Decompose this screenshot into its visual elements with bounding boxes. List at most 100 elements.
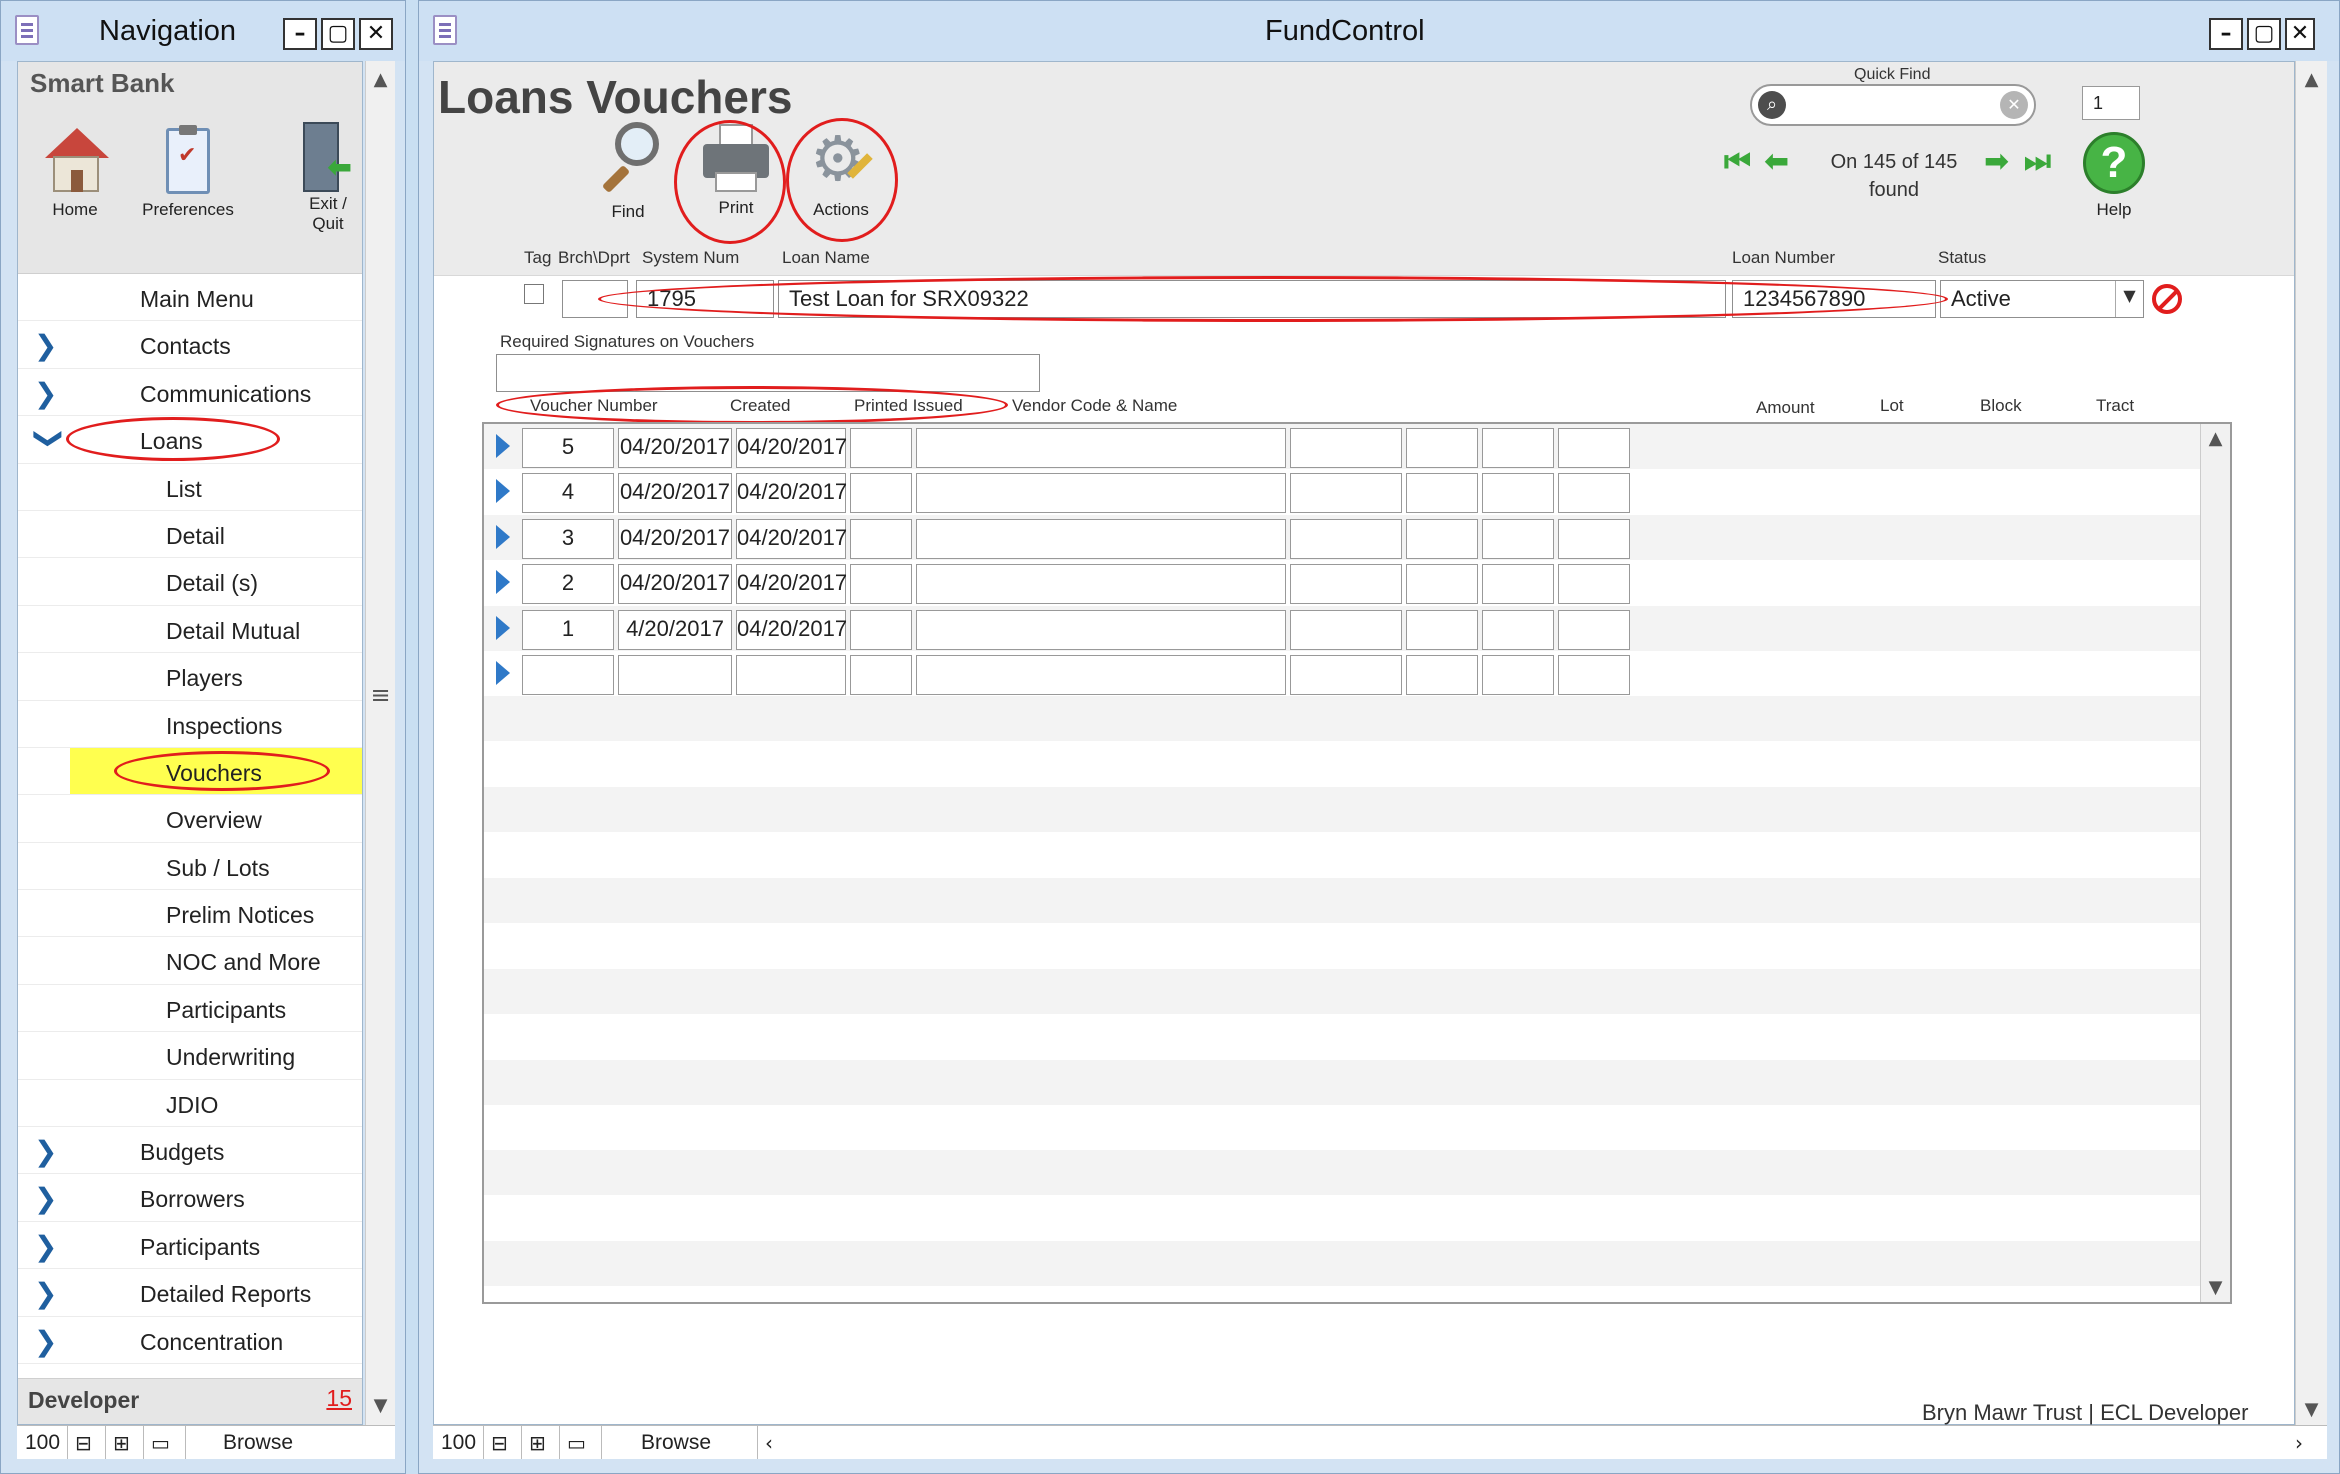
nav-item-players[interactable]: Players (18, 653, 362, 701)
quick-find-input[interactable]: ⌕ ✕ (1750, 84, 2036, 126)
zoom-level[interactable]: 100 (441, 1431, 476, 1455)
lot-cell[interactable] (1406, 564, 1478, 605)
created-cell[interactable]: 4/20/2017 (618, 609, 732, 650)
tag-checkbox[interactable] (524, 284, 544, 304)
voucher-number-cell[interactable]: 2 (522, 564, 614, 605)
actions-button[interactable]: ⚙ Actions (786, 122, 896, 220)
vendor-code-cell[interactable] (850, 473, 912, 514)
created-cell[interactable]: 04/20/2017 (618, 518, 732, 559)
print-button[interactable]: Print (686, 124, 786, 218)
chevron-right-icon[interactable]: ❯ (34, 1135, 57, 1168)
voucher-number-cell[interactable]: 3 (522, 518, 614, 559)
clear-status-icon[interactable] (2152, 284, 2182, 314)
amount-cell[interactable] (1290, 428, 1402, 468)
zoom-out-icon[interactable]: ⊟ (75, 1431, 92, 1455)
block-cell[interactable] (1482, 564, 1554, 605)
tract-cell[interactable] (1558, 564, 1630, 605)
dropdown-arrow-icon[interactable]: ▼ (2115, 281, 2143, 317)
row-arrow-icon[interactable] (496, 615, 510, 640)
tract-cell[interactable] (1558, 655, 1630, 695)
fundcontrol-titlebar[interactable]: FundControl – ▢ ✕ (419, 1, 2339, 61)
chevron-right-icon[interactable]: ❯ (34, 377, 57, 410)
vendor-name-cell[interactable] (916, 655, 1286, 695)
printed-issued-cell[interactable]: 04/20/2017 (736, 428, 847, 468)
block-cell[interactable] (1482, 609, 1554, 650)
created-cell[interactable]: 04/20/2017 (618, 473, 732, 514)
minimize-button[interactable]: – (283, 18, 317, 50)
table-row[interactable]: 1 4/20/2017 04/20/2017 (484, 605, 2204, 651)
nav-item-overview[interactable]: Overview (18, 795, 362, 843)
nav-item-concentration[interactable]: ❯ Concentration (18, 1317, 362, 1364)
table-row[interactable] (484, 651, 2204, 696)
voucher-number-cell[interactable]: 4 (522, 473, 614, 514)
row-arrow-icon[interactable] (496, 479, 510, 504)
nav-item-vouchers[interactable]: Vouchers (18, 747, 362, 796)
maximize-button[interactable]: ▢ (2247, 18, 2281, 50)
vendor-name-cell[interactable] (916, 564, 1286, 605)
col-voucher-number[interactable]: Voucher Number (530, 396, 658, 416)
home-button[interactable]: Home (30, 128, 120, 220)
lot-cell[interactable] (1406, 609, 1478, 650)
row-arrow-icon[interactable] (496, 434, 510, 458)
scroll-down-icon[interactable]: ▼ (366, 1395, 395, 1416)
close-button[interactable]: ✕ (2285, 18, 2315, 50)
nav-item-inspections[interactable]: Inspections (18, 701, 362, 748)
toolbar-toggle-icon[interactable]: ▭ (567, 1431, 586, 1455)
nav-item-jdio[interactable]: JDIO (18, 1080, 362, 1128)
scroll-up-icon[interactable]: ▲ (366, 69, 395, 90)
scroll-left-icon[interactable]: ‹ (765, 1431, 773, 1455)
help-button[interactable]: ? Help (2074, 132, 2154, 220)
created-cell[interactable]: 04/20/2017 (618, 428, 732, 468)
block-cell[interactable] (1482, 428, 1554, 468)
navigation-scrollbar[interactable]: ▲ ≡ ▼ (365, 61, 395, 1425)
search-icon[interactable]: ⌕ (1758, 91, 1786, 119)
scroll-up-icon[interactable]: ▲ (2296, 69, 2327, 90)
last-record-icon[interactable]: ⏭ (2024, 144, 2051, 179)
lot-cell[interactable] (1406, 518, 1478, 559)
nav-item-detail[interactable]: Detail (18, 511, 362, 559)
created-cell[interactable] (618, 655, 732, 695)
vendor-name-cell[interactable] (916, 518, 1286, 559)
close-button[interactable]: ✕ (359, 18, 393, 50)
nav-item-participants[interactable]: ❯ Participants (18, 1222, 362, 1270)
nav-item-detailed-reports[interactable]: ❯ Detailed Reports (18, 1269, 362, 1317)
vendor-code-cell[interactable] (850, 609, 912, 650)
chevron-right-icon[interactable]: ❯ (34, 1230, 57, 1263)
voucher-number-cell[interactable]: 1 (522, 609, 614, 650)
vendor-code-cell[interactable] (850, 428, 912, 468)
col-tract[interactable]: Tract (2096, 396, 2134, 416)
fundcontrol-scrollbar[interactable]: ▲ ▼ (2295, 61, 2327, 1425)
scroll-down-icon[interactable]: ▼ (2296, 1399, 2327, 1420)
vendor-name-cell[interactable] (916, 428, 1286, 468)
nav-item-underwriting[interactable]: Underwriting (18, 1032, 362, 1080)
amount-cell[interactable] (1290, 473, 1402, 514)
nav-item-contacts[interactable]: ❯ Contacts (18, 321, 362, 369)
block-cell[interactable] (1482, 518, 1554, 559)
scroll-up-icon[interactable]: ▲ (2201, 428, 2230, 449)
col-amount[interactable]: Amount (1756, 398, 1815, 418)
nav-item-loans[interactable]: ❯ Loans (18, 416, 362, 464)
lot-cell[interactable] (1406, 473, 1478, 514)
vendor-name-cell[interactable] (916, 473, 1286, 514)
nav-item-budgets[interactable]: ❯ Budgets (18, 1127, 362, 1175)
portal-scrollbar[interactable]: ▲ ▼ (2200, 424, 2230, 1302)
chevron-right-icon[interactable]: ❯ (34, 329, 57, 362)
table-row[interactable]: 3 04/20/2017 04/20/2017 (484, 514, 2204, 560)
previous-record-icon[interactable]: ⬅ (1764, 144, 1789, 179)
created-cell[interactable]: 04/20/2017 (618, 564, 732, 605)
scroll-down-icon[interactable]: ▼ (2201, 1277, 2230, 1298)
row-arrow-icon[interactable] (496, 570, 510, 595)
required-signatures-field[interactable] (496, 354, 1040, 392)
tract-cell[interactable] (1558, 428, 1630, 468)
nav-item-detail-mutual[interactable]: Detail Mutual (18, 606, 362, 654)
nav-item-main-menu[interactable]: Main Menu (18, 274, 362, 322)
tract-cell[interactable] (1558, 609, 1630, 650)
zoom-level[interactable]: 100 (25, 1431, 60, 1455)
amount-cell[interactable] (1290, 518, 1402, 559)
minimize-button[interactable]: – (2209, 18, 2243, 50)
printed-issued-cell[interactable]: 04/20/2017 (736, 609, 847, 650)
nav-item-communications[interactable]: ❯ Communications (18, 369, 362, 417)
tract-cell[interactable] (1558, 473, 1630, 514)
vendor-code-cell[interactable] (850, 518, 912, 559)
next-record-icon[interactable]: ➡ (1984, 144, 2009, 179)
